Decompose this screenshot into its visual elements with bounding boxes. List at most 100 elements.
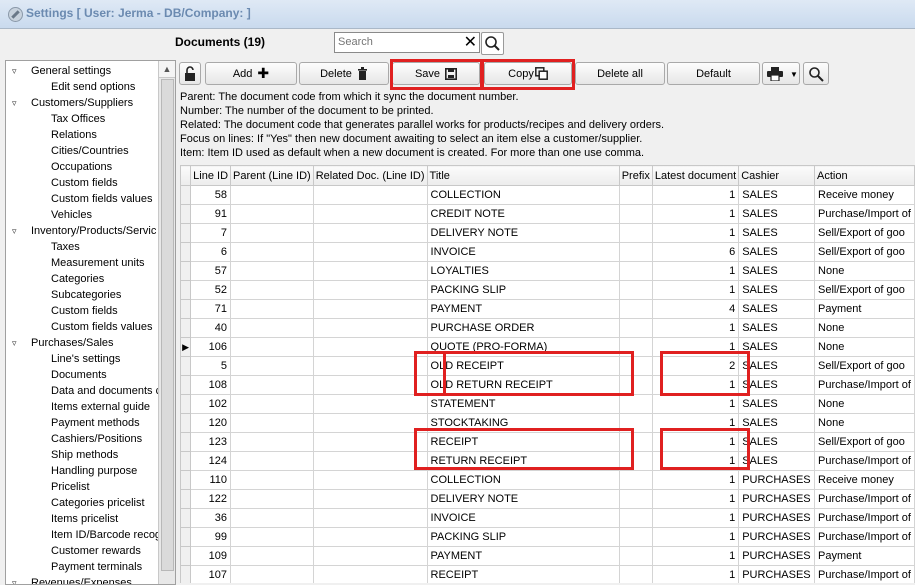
row-selector[interactable] xyxy=(180,489,192,509)
lock-button[interactable] xyxy=(179,62,201,85)
table-row[interactable]: ▶ 106 QUOTE (PRO-FORMA) 1 SALES None xyxy=(180,337,915,357)
cell-cashier[interactable]: PURCHASES xyxy=(738,470,816,490)
table-row[interactable]: 71 PAYMENT 4 SALES Payment xyxy=(180,299,915,319)
cell-title[interactable]: LOYALTIES xyxy=(426,261,620,281)
tree-item[interactable]: Payment methods xyxy=(51,415,140,431)
scrollbar-thumb[interactable] xyxy=(161,79,174,571)
cell-parent[interactable] xyxy=(230,318,314,338)
cell-cashier[interactable]: SALES xyxy=(738,261,816,281)
cell-cashier[interactable]: SALES xyxy=(738,451,816,471)
cell-cashier[interactable]: SALES xyxy=(738,204,816,224)
cell-line-id[interactable]: 123 xyxy=(190,432,232,452)
cell-prefix[interactable] xyxy=(618,394,653,414)
cell-action[interactable]: None xyxy=(814,413,915,433)
row-selector[interactable] xyxy=(180,413,192,433)
cell-prefix[interactable] xyxy=(618,527,653,547)
cell-latest[interactable]: 1 xyxy=(651,261,740,281)
column-header[interactable]: Title xyxy=(426,165,620,186)
cell-latest[interactable]: 1 xyxy=(651,527,740,547)
cell-action[interactable]: Purchase/Import of xyxy=(814,204,915,224)
table-row[interactable]: 5 OLD RECEIPT 2 SALES Sell/Export of goo xyxy=(180,356,915,376)
delete-all-button[interactable]: Delete all xyxy=(575,62,665,85)
tree-item[interactable]: Custom fields xyxy=(51,175,118,191)
cell-latest[interactable]: 1 xyxy=(651,413,740,433)
table-row[interactable]: 123 RECEIPT 1 SALES Sell/Export of goo xyxy=(180,432,915,452)
cell-parent[interactable] xyxy=(230,451,314,471)
cell-parent[interactable] xyxy=(230,337,314,357)
cell-latest[interactable]: 1 xyxy=(651,337,740,357)
cell-related[interactable] xyxy=(312,204,428,224)
row-selector[interactable] xyxy=(180,261,192,281)
cell-action[interactable]: None xyxy=(814,394,915,414)
tree-item[interactable]: Taxes xyxy=(51,239,80,255)
row-selector[interactable] xyxy=(180,356,192,376)
cell-parent[interactable] xyxy=(230,508,314,528)
table-row[interactable]: 36 INVOICE 1 PURCHASES Purchase/Import of xyxy=(180,508,915,528)
cell-prefix[interactable] xyxy=(618,413,653,433)
cell-prefix[interactable] xyxy=(618,223,653,243)
cell-parent[interactable] xyxy=(230,527,314,547)
cell-prefix[interactable] xyxy=(618,299,653,319)
cell-latest[interactable]: 4 xyxy=(651,299,740,319)
cell-related[interactable] xyxy=(312,432,428,452)
cell-latest[interactable]: 2 xyxy=(651,356,740,376)
cell-latest[interactable]: 1 xyxy=(651,375,740,395)
column-header[interactable]: Prefix xyxy=(618,165,653,186)
column-header[interactable]: Latest document xyxy=(651,165,740,186)
print-button[interactable]: ▼ xyxy=(762,62,800,85)
tree-item[interactable]: General settings xyxy=(31,63,111,79)
table-row[interactable]: 124 RETURN RECEIPT 1 SALES Purchase/Import o… xyxy=(180,451,915,471)
cell-related[interactable] xyxy=(312,318,428,338)
cell-prefix[interactable] xyxy=(618,242,653,262)
cell-title[interactable]: INVOICE xyxy=(426,242,620,262)
cell-line-id[interactable]: 107 xyxy=(190,565,232,583)
cell-cashier[interactable]: PURCHASES xyxy=(738,546,816,566)
cell-cashier[interactable]: SALES xyxy=(738,432,816,452)
table-row[interactable]: 58 COLLECTION 1 SALES Receive money xyxy=(180,185,915,205)
cell-related[interactable] xyxy=(312,470,428,490)
cell-action[interactable]: Purchase/Import of xyxy=(814,489,915,509)
cell-title[interactable]: COLLECTION xyxy=(426,185,620,205)
column-header[interactable]: Related Doc. (Line ID) xyxy=(312,165,428,186)
tree-item[interactable]: Occupations xyxy=(51,159,112,175)
tree-item[interactable]: Purchases/Sales xyxy=(31,335,114,351)
cell-line-id[interactable]: 91 xyxy=(190,204,232,224)
cell-title[interactable]: PAYMENT xyxy=(426,546,620,566)
cell-parent[interactable] xyxy=(230,546,314,566)
tree-item[interactable]: Categories pricelist xyxy=(51,495,145,511)
cell-prefix[interactable] xyxy=(618,356,653,376)
cell-parent[interactable] xyxy=(230,432,314,452)
row-selector[interactable] xyxy=(180,394,192,414)
table-row[interactable]: 40 PURCHASE ORDER 1 SALES None xyxy=(180,318,915,338)
table-row[interactable]: 7 DELIVERY NOTE 1 SALES Sell/Export of goo xyxy=(180,223,915,243)
cell-related[interactable] xyxy=(312,261,428,281)
cell-title[interactable]: RETURN RECEIPT xyxy=(426,451,620,471)
cell-related[interactable] xyxy=(312,223,428,243)
cell-related[interactable] xyxy=(312,394,428,414)
cell-prefix[interactable] xyxy=(618,337,653,357)
cell-line-id[interactable]: 5 xyxy=(190,356,232,376)
default-button[interactable]: Default xyxy=(667,62,760,85)
cell-related[interactable] xyxy=(312,508,428,528)
cell-cashier[interactable]: SALES xyxy=(738,299,816,319)
cell-cashier[interactable]: SALES xyxy=(738,337,816,357)
cell-parent[interactable] xyxy=(230,280,314,300)
row-selector[interactable] xyxy=(180,204,192,224)
cell-line-id[interactable]: 99 xyxy=(190,527,232,547)
cell-related[interactable] xyxy=(312,280,428,300)
caret-down-icon[interactable]: ▼ xyxy=(790,63,798,86)
tree-expander-icon[interactable]: ▿ xyxy=(12,95,21,111)
tree-item[interactable]: Line's settings xyxy=(51,351,120,367)
cell-title[interactable]: RECEIPT xyxy=(426,432,620,452)
cell-prefix[interactable] xyxy=(618,489,653,509)
cell-line-id[interactable]: 110 xyxy=(190,470,232,490)
cell-parent[interactable] xyxy=(230,375,314,395)
table-row[interactable]: 91 CREDIT NOTE 1 SALES Purchase/Import of xyxy=(180,204,915,224)
row-selector[interactable] xyxy=(180,185,192,205)
cell-action[interactable]: Sell/Export of goo xyxy=(814,432,915,452)
cell-parent[interactable] xyxy=(230,261,314,281)
row-selector[interactable] xyxy=(180,527,192,547)
cell-prefix[interactable] xyxy=(618,280,653,300)
tree-item[interactable]: Items pricelist xyxy=(51,511,118,527)
cell-latest[interactable]: 1 xyxy=(651,185,740,205)
